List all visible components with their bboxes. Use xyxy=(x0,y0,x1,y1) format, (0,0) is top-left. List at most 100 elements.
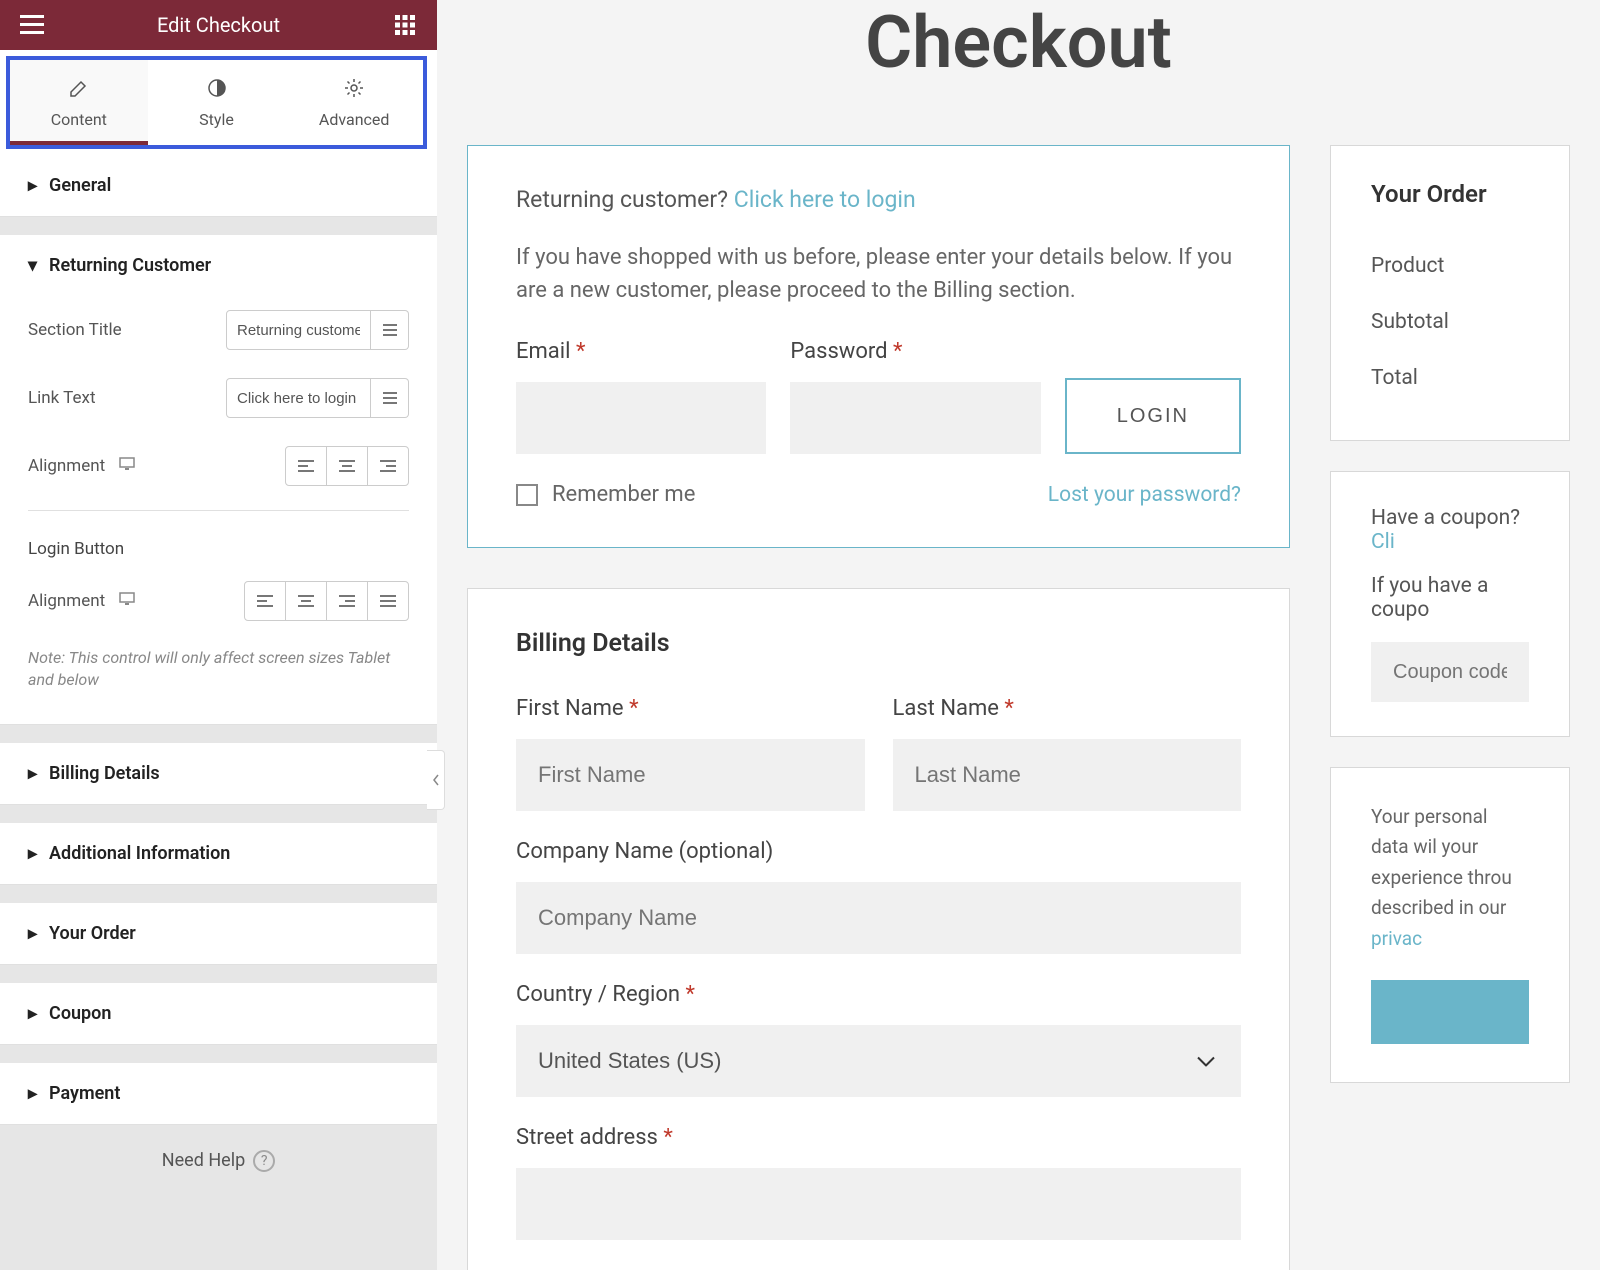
caret-right-icon: ▸ xyxy=(28,843,37,864)
sidebar-footer: Need Help ? xyxy=(0,1125,437,1197)
country-select[interactable] xyxy=(516,1025,1241,1097)
gear-icon xyxy=(285,78,423,102)
alignment-label: Alignment xyxy=(28,456,285,476)
billing-title: Billing Details xyxy=(516,629,1241,658)
section-payment: ▸ Payment xyxy=(0,1063,437,1125)
section-payment-header[interactable]: ▸ Payment xyxy=(0,1063,437,1124)
alignment-buttons xyxy=(285,446,409,486)
returning-customer-text: Returning customer? Click here to login xyxy=(516,186,1241,213)
section-title-label: Section Title xyxy=(28,320,226,340)
last-name-label: Last Name * xyxy=(893,696,1242,721)
section-your-order-title: Your Order xyxy=(49,923,136,944)
dynamic-icon[interactable] xyxy=(371,378,409,418)
section-returning-header[interactable]: ▾ Returning Customer xyxy=(0,235,437,296)
section-your-order-header[interactable]: ▸ Your Order xyxy=(0,903,437,964)
email-input[interactable] xyxy=(516,382,766,454)
section-general-title: General xyxy=(49,175,111,196)
sections-container: ▸ General ▾ Returning Customer Section T… xyxy=(0,155,437,1270)
align-justify-button[interactable] xyxy=(367,581,409,621)
coupon-instruct: If you have a coupo xyxy=(1371,574,1529,622)
coupon-card: Have a coupon? Cli If you have a coupo xyxy=(1330,471,1570,737)
place-order-button[interactable] xyxy=(1371,980,1529,1044)
privacy-link[interactable]: privac xyxy=(1371,927,1422,950)
align-left-button[interactable] xyxy=(285,446,327,486)
returning-customer-card: Returning customer? Click here to login … xyxy=(467,145,1290,548)
section-additional-title: Additional Information xyxy=(49,843,230,864)
caret-down-icon: ▾ xyxy=(28,255,37,276)
tab-content[interactable]: Content xyxy=(10,60,148,145)
password-input[interactable] xyxy=(790,382,1040,454)
section-general-header[interactable]: ▸ General xyxy=(0,155,437,216)
login-button[interactable]: LOGIN xyxy=(1065,378,1241,454)
billing-details-card: Billing Details First Name * Last Name *… xyxy=(467,588,1290,1270)
pencil-icon xyxy=(10,78,148,102)
tab-advanced[interactable]: Advanced xyxy=(285,60,423,145)
caret-right-icon: ▸ xyxy=(28,175,37,196)
section-coupon-header[interactable]: ▸ Coupon xyxy=(0,983,437,1044)
hamburger-icon[interactable] xyxy=(20,13,44,37)
link-text-label: Link Text xyxy=(28,388,226,408)
privacy-card: Your personal data wil your experience t… xyxy=(1330,767,1570,1083)
caret-right-icon: ▸ xyxy=(28,1003,37,1024)
tab-style[interactable]: Style xyxy=(148,60,286,145)
password-label: Password * xyxy=(790,339,1040,364)
email-label: Email * xyxy=(516,339,766,364)
street-input[interactable] xyxy=(516,1168,1241,1240)
caret-right-icon: ▸ xyxy=(28,763,37,784)
first-name-input[interactable] xyxy=(516,739,865,811)
tab-style-label: Style xyxy=(199,110,234,129)
login-alignment-label: Alignment xyxy=(28,591,244,611)
link-text-input[interactable] xyxy=(226,378,371,418)
coupon-code-input[interactable] xyxy=(1371,642,1529,702)
your-order-card: Your Order Product Subtotal Total xyxy=(1330,145,1570,441)
remember-checkbox[interactable] xyxy=(516,484,538,506)
section-billing: ▸ Billing Details xyxy=(0,743,437,805)
help-icon[interactable]: ? xyxy=(253,1150,275,1172)
editor-tabs: Content Style Advanced xyxy=(10,60,423,145)
section-additional-header[interactable]: ▸ Additional Information xyxy=(0,823,437,884)
section-coupon-title: Coupon xyxy=(49,1003,111,1024)
coupon-toggle-link[interactable]: Cli xyxy=(1371,530,1395,554)
align-left-button[interactable] xyxy=(244,581,286,621)
section-billing-header[interactable]: ▸ Billing Details xyxy=(0,743,437,804)
last-name-input[interactable] xyxy=(893,739,1242,811)
contrast-icon xyxy=(148,78,286,102)
returning-controls: Section Title Link Text xyxy=(0,296,437,724)
company-label: Company Name (optional) xyxy=(516,839,1241,864)
preview-side-column: Your Order Product Subtotal Total Have a… xyxy=(1330,145,1570,1083)
tab-advanced-label: Advanced xyxy=(319,110,390,129)
desktop-icon[interactable] xyxy=(119,456,135,476)
first-name-label: First Name * xyxy=(516,696,865,721)
company-input[interactable] xyxy=(516,882,1241,954)
responsive-note: Note: This control will only affect scre… xyxy=(28,635,409,704)
align-right-button[interactable] xyxy=(326,581,368,621)
remember-label: Remember me xyxy=(552,482,695,507)
privacy-text: Your personal data wil your experience t… xyxy=(1371,802,1529,954)
align-center-button[interactable] xyxy=(285,581,327,621)
apps-icon[interactable] xyxy=(393,13,417,37)
collapse-sidebar-handle[interactable] xyxy=(427,750,445,810)
section-billing-title: Billing Details xyxy=(49,763,160,784)
login-toggle-link[interactable]: Click here to login xyxy=(734,186,916,213)
align-center-button[interactable] xyxy=(326,446,368,486)
help-label[interactable]: Need Help xyxy=(162,1150,245,1171)
preview-main-column: Returning customer? Click here to login … xyxy=(467,145,1290,1270)
section-general: ▸ General xyxy=(0,155,437,217)
align-right-button[interactable] xyxy=(367,446,409,486)
section-your-order: ▸ Your Order xyxy=(0,903,437,965)
section-additional: ▸ Additional Information xyxy=(0,823,437,885)
section-title-input[interactable] xyxy=(226,310,371,350)
section-payment-title: Payment xyxy=(49,1083,120,1104)
order-title: Your Order xyxy=(1371,180,1529,208)
dynamic-icon[interactable] xyxy=(371,310,409,350)
preview-pane: Checkout Returning customer? Click here … xyxy=(437,0,1600,1270)
caret-right-icon: ▸ xyxy=(28,1083,37,1104)
caret-right-icon: ▸ xyxy=(28,923,37,944)
lost-password-link[interactable]: Lost your password? xyxy=(1048,483,1241,507)
login-alignment-buttons xyxy=(244,581,409,621)
sidebar-header: Edit Checkout xyxy=(0,0,437,50)
sidebar-title: Edit Checkout xyxy=(157,13,280,37)
page-title: Checkout xyxy=(467,0,1570,85)
desktop-icon[interactable] xyxy=(119,591,135,611)
remember-me-wrapper[interactable]: Remember me xyxy=(516,482,695,507)
